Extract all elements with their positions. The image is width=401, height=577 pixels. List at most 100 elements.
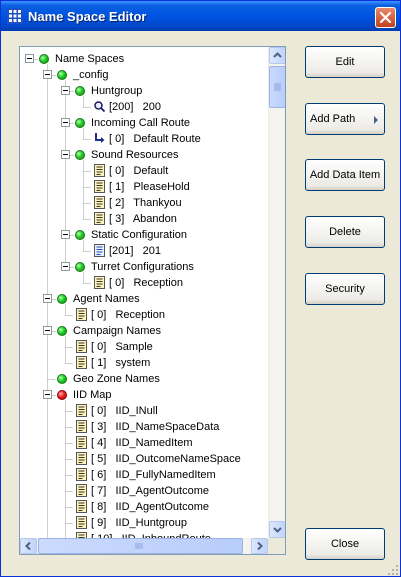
grip-lines-icon (274, 83, 281, 91)
scrollbar-corner (268, 538, 285, 554)
tree-node[interactable]: [ 8] IID_AgentOutcome (20, 499, 268, 515)
collapse-toggle[interactable] (61, 262, 70, 271)
document-icon (75, 340, 88, 353)
tree-node[interactable]: [ 4] IID_NamedItem (20, 435, 268, 451)
collapse-toggle[interactable] (43, 70, 52, 79)
document-icon (93, 196, 106, 209)
tree-node-label: [ 3] IID_NameSpaceData (91, 421, 220, 433)
tree-node-label: [ 4] IID_NamedItem (91, 437, 193, 449)
document-icon (75, 500, 88, 513)
tree-node[interactable]: [ 9] IID_Huntgroup (20, 515, 268, 531)
tree-node[interactable]: Name Spaces (20, 51, 268, 67)
tree-node[interactable]: [200] 200 (20, 99, 268, 115)
tree-node-label: [ 1] system (91, 357, 151, 369)
collapse-toggle[interactable] (61, 86, 70, 95)
collapse-toggle[interactable] (43, 294, 52, 303)
tree-node[interactable]: [ 0] Sample (20, 339, 268, 355)
horizontal-scrollbar[interactable] (20, 538, 268, 554)
close-window-button[interactable] (375, 7, 396, 28)
tree-node[interactable]: [ 1] PleaseHold (20, 179, 268, 195)
green-status-dot-icon (75, 118, 85, 128)
tree-node[interactable]: Huntgroup (20, 83, 268, 99)
tree-node[interactable]: [ 6] IID_FullyNamedItem (20, 467, 268, 483)
vertical-scrollbar[interactable] (268, 47, 285, 538)
minus-icon (45, 298, 50, 299)
horizontal-scroll-thumb[interactable] (38, 538, 243, 554)
tree-node[interactable]: [ 3] Abandon (20, 211, 268, 227)
resize-grip-icon[interactable] (387, 564, 399, 576)
tree-node[interactable]: [ 0] Reception (20, 307, 268, 323)
red-status-dot-icon (57, 390, 67, 400)
tree-node-label: _config (73, 69, 109, 81)
tree-node-label: [201] 201 (109, 245, 161, 257)
collapse-toggle[interactable] (43, 390, 52, 399)
collapse-toggle[interactable] (25, 54, 34, 63)
tree-node-label: [ 7] IID_AgentOutcome (91, 485, 210, 497)
tree-node-label: [ 0] IID_INull (91, 405, 158, 417)
tree-node-label: Agent Names (73, 293, 140, 305)
tree-node-label: [ 0] Sample (91, 341, 153, 353)
tree-node[interactable]: Turret Configurations (20, 259, 268, 275)
minus-icon (63, 266, 68, 267)
minus-icon (45, 330, 50, 331)
collapse-toggle[interactable] (61, 118, 70, 127)
vertical-scroll-thumb[interactable] (269, 66, 285, 108)
green-status-dot-icon (57, 326, 67, 336)
tree-node-label: [ 8] IID_AgentOutcome (91, 501, 210, 513)
document-icon (93, 180, 106, 193)
tree-node[interactable]: IID Map (20, 387, 268, 403)
tree-node[interactable]: Static Configuration (20, 227, 268, 243)
minus-icon (63, 90, 68, 91)
tree-node[interactable]: [ 0] Reception (20, 275, 268, 291)
tree-node[interactable]: Geo Zone Names (20, 371, 268, 387)
add-data-item-button[interactable]: Add Data Item (305, 159, 385, 191)
title-bar[interactable]: Name Space Editor (1, 1, 400, 31)
collapse-toggle[interactable] (61, 150, 70, 159)
scroll-down-button[interactable] (269, 521, 285, 538)
scroll-left-button[interactable] (20, 538, 37, 554)
minus-icon (63, 154, 68, 155)
tree-node[interactable]: [ 7] IID_AgentOutcome (20, 483, 268, 499)
tree-node[interactable]: [201] 201 (20, 243, 268, 259)
tree-node[interactable]: [ 10] IID_InboundRoute (20, 531, 268, 538)
add-path-label: Add Path (310, 113, 356, 125)
static-config-icon (93, 244, 106, 257)
close-icon (379, 11, 392, 24)
tree-node[interactable]: [ 0] IID_INull (20, 403, 268, 419)
tree-node[interactable]: _config (20, 67, 268, 83)
tree-node[interactable]: Incoming Call Route (20, 115, 268, 131)
tree-node[interactable]: [ 5] IID_OutcomeNameSpace (20, 451, 268, 467)
tree-node-label: [ 0] Reception (109, 277, 183, 289)
document-icon (75, 308, 88, 321)
tree-node[interactable]: [ 2] Thankyou (20, 195, 268, 211)
tree-node[interactable]: [ 3] IID_NameSpaceData (20, 419, 268, 435)
tree-node-label: [ 9] IID_Huntgroup (91, 517, 187, 529)
tree-node[interactable]: Campaign Names (20, 323, 268, 339)
security-button[interactable]: Security (305, 273, 385, 305)
tree-node[interactable]: [ 0] Default Route (20, 131, 268, 147)
close-button[interactable]: Close (305, 528, 385, 560)
collapse-toggle[interactable] (43, 326, 52, 335)
collapse-toggle[interactable] (61, 230, 70, 239)
tree-node[interactable]: Sound Resources (20, 147, 268, 163)
chevron-down-icon (273, 527, 282, 533)
tree-node[interactable]: [ 1] system (20, 355, 268, 371)
magnifier-icon (93, 100, 106, 113)
tree-node[interactable]: [ 0] Default (20, 163, 268, 179)
scroll-right-button[interactable] (251, 538, 268, 554)
add-path-button[interactable]: Add Path (305, 103, 385, 135)
edit-button[interactable]: Edit (305, 46, 385, 78)
tree-node-label: [ 2] Thankyou (109, 197, 182, 209)
tree-node-label: [200] 200 (109, 101, 161, 113)
tree-node[interactable]: Agent Names (20, 291, 268, 307)
document-icon (93, 164, 106, 177)
tree-node-label: [ 10] IID_InboundRoute (91, 531, 211, 538)
scroll-up-button[interactable] (269, 47, 285, 64)
route-arrow-icon (93, 132, 106, 145)
minus-icon (45, 74, 50, 75)
green-status-dot-icon (75, 262, 85, 272)
tree-viewport: Name Spaces _config Huntgroup [200] 200 Inco… (20, 47, 268, 538)
tree-node-label: Campaign Names (73, 325, 162, 337)
delete-button[interactable]: Delete (305, 216, 385, 248)
name-space-tree[interactable]: Name Spaces _config Huntgroup [200] 200 Inco… (19, 46, 286, 555)
